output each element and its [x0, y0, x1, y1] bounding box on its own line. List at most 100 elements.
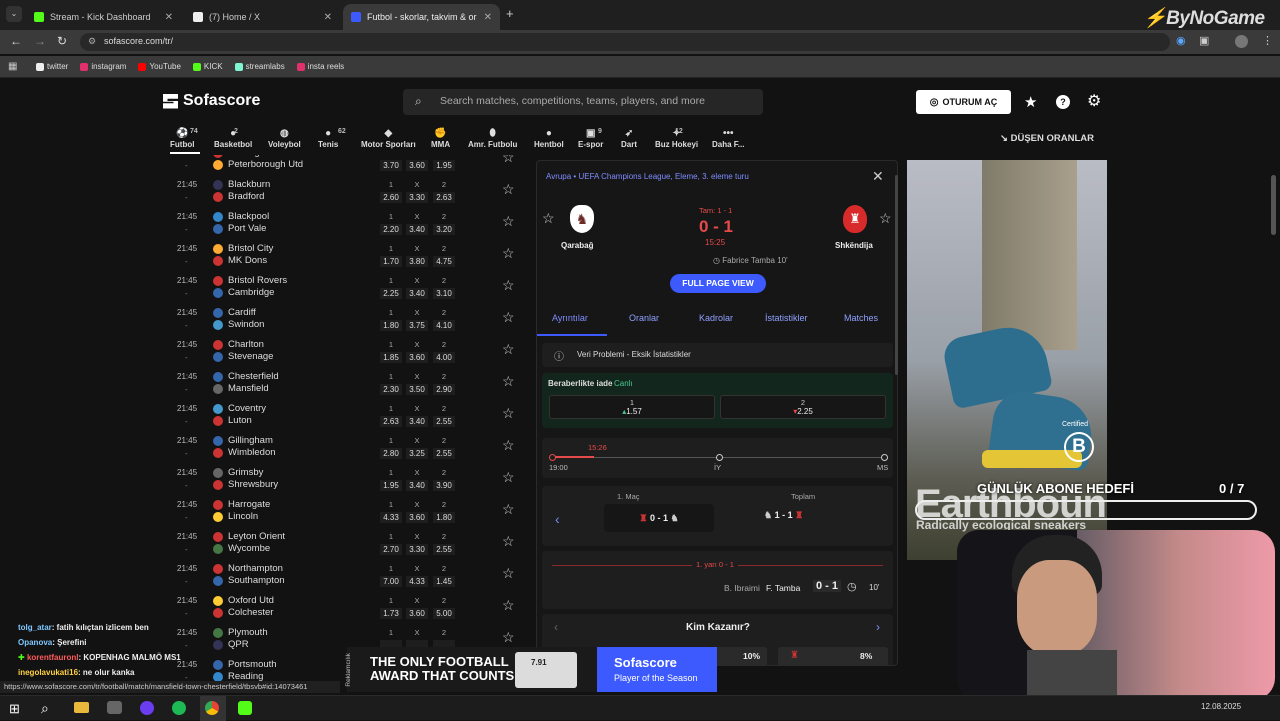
chevron-left-icon[interactable]: ‹ — [554, 620, 558, 634]
close-icon[interactable]: ✕ — [484, 12, 492, 23]
match-row[interactable]: 21:45 - Cardiff Swindon 1 X 2 1.80 3.75 4.10 ☆ — [163, 303, 526, 335]
odds-value[interactable]: 1.70 — [380, 256, 402, 267]
favorite-star-icon[interactable]: ☆ — [502, 213, 515, 230]
chrome-icon[interactable] — [205, 701, 219, 715]
favorite-star-icon[interactable]: ☆ — [502, 341, 515, 358]
dropping-odds-link[interactable]: ↘ DÜŞEN ORANLAR — [1000, 133, 1094, 144]
kick-icon[interactable] — [238, 701, 252, 715]
page-scrollbar[interactable] — [1271, 175, 1276, 235]
sport-tab[interactable]: ✊ MMA — [431, 128, 450, 149]
odds-value[interactable]: 3.40 — [406, 288, 428, 299]
favorite-star-icon[interactable]: ☆ — [502, 245, 515, 262]
odds-value[interactable]: 3.75 — [406, 320, 428, 331]
odds-value[interactable]: 2.70 — [380, 544, 402, 555]
odds-value[interactable]: 3.90 — [433, 480, 455, 491]
menu-kebab-icon[interactable]: ⋮ — [1262, 34, 1273, 47]
odds-value[interactable]: 3.40 — [406, 416, 428, 427]
file-explorer-icon[interactable] — [74, 702, 89, 713]
favorite-star-icon[interactable]: ☆ — [502, 629, 515, 646]
favorite-star-icon[interactable]: ☆ — [502, 469, 515, 486]
bookmark-streamlabs[interactable]: streamlabs — [234, 62, 285, 71]
match-row[interactable]: 21:45 - AccringtonPeterborough Utd 1 X 2 3.70 3… — [163, 155, 526, 175]
match-row[interactable]: 21:45 - Blackpool Port Vale 1 X 2 2.20 3.40 3.20 ☆ — [163, 207, 526, 239]
odds-value[interactable]: 1.95 — [433, 160, 455, 171]
search-input[interactable]: ⌕ Search matches, competitions, teams, p… — [403, 89, 763, 115]
odds-value[interactable]: 1.85 — [380, 352, 402, 363]
odds-value[interactable]: 2.25 — [380, 288, 402, 299]
forward-icon[interactable]: → — [34, 34, 46, 48]
settings-gear-icon[interactable]: ⚙ — [1087, 91, 1101, 111]
home-team-name[interactable]: Qarabağ — [561, 241, 593, 250]
sport-tab[interactable]: ⚽ 74 Futbol — [170, 128, 198, 149]
favorite-star-icon[interactable]: ☆ — [502, 501, 515, 518]
odds-option-2[interactable]: 2 ▾2.25 — [720, 395, 886, 419]
odds-value[interactable]: 5.00 — [433, 608, 455, 619]
profile-avatar[interactable] — [1235, 35, 1248, 48]
odds-value[interactable]: 3.60 — [406, 352, 428, 363]
help-icon[interactable]: ? — [1056, 95, 1070, 109]
extensions-puzzle-icon[interactable]: ▣ — [1199, 34, 1209, 47]
bookmark-twitter[interactable]: twitter — [36, 62, 68, 71]
assist-player[interactable]: B. Ibraimi — [724, 583, 760, 593]
reload-icon[interactable]: ↻ — [57, 34, 67, 48]
odds-value[interactable]: 3.70 — [380, 160, 402, 171]
tab-list-button[interactable]: ⌄ — [6, 6, 22, 22]
browser-tab[interactable]: Stream - Kick Dashboard ✕ — [26, 4, 181, 30]
sport-tab[interactable]: ◆ Motor Sporları — [361, 128, 416, 149]
odds-value[interactable]: 1.73 — [380, 608, 402, 619]
url-field[interactable]: ⚙ sofascore.com/tr/ — [80, 33, 1170, 51]
odds-value[interactable]: 3.10 — [433, 288, 455, 299]
apps-grid-icon[interactable]: ▦ — [8, 61, 17, 72]
bookmark-kick[interactable]: KICK — [192, 62, 223, 71]
match-row[interactable]: 21:45 - Leyton Orient Wycombe 1 X 2 2.70 3.30 2.5… — [163, 527, 526, 559]
app-icon[interactable] — [140, 701, 154, 715]
odds-value[interactable]: 2.55 — [433, 544, 455, 555]
match-row[interactable]: 21:45 - Grimsby Shrewsbury 1 X 2 1.95 3.40 3.90 ☆ — [163, 463, 526, 495]
match-row[interactable]: 21:45 - Charlton Stevenage 1 X 2 1.85 3.60 4.00 ☆ — [163, 335, 526, 367]
odds-value[interactable]: 3.30 — [406, 544, 428, 555]
bookmark-youtube[interactable]: YouTube — [138, 62, 181, 71]
odds-option-1[interactable]: 1 ▴1.57 — [549, 395, 715, 419]
odds-value[interactable]: 3.60 — [406, 608, 428, 619]
vote-away-button[interactable]: ♜ 8% — [778, 647, 888, 665]
favorite-star-icon[interactable]: ☆ — [502, 597, 515, 614]
match-row[interactable]: 21:45 - Blackburn Bradford 1 X 2 2.60 3.30 2.63 ☆ — [163, 175, 526, 207]
leg1-score-card[interactable]: ♜ 0 - 1 ♞ — [604, 504, 714, 532]
sport-tab[interactable]: ▣ 9 E-spor — [578, 128, 603, 149]
away-team-name[interactable]: Shkëndija — [835, 241, 873, 250]
odds-value[interactable]: 2.30 — [380, 384, 402, 395]
match-row[interactable]: 21:45 - Harrogate Lincoln 1 X 2 4.33 3.60 1.80 ☆ — [163, 495, 526, 527]
browser-tab-active[interactable]: Futbol - skorlar, takvim & oranl ✕ — [343, 4, 500, 30]
sport-tab[interactable]: ◍ Voleybol — [268, 128, 301, 149]
odds-value[interactable]: 3.50 — [406, 384, 428, 395]
sport-tab[interactable]: ● 62 Tenis — [318, 128, 346, 149]
odds-value[interactable]: 3.40 — [406, 480, 428, 491]
odds-value[interactable]: 4.00 — [433, 352, 455, 363]
spotify-icon[interactable] — [172, 701, 186, 715]
odds-value[interactable]: 3.60 — [406, 160, 428, 171]
sport-tab[interactable]: ➶ Dart — [621, 128, 637, 149]
odds-value[interactable]: 2.80 — [380, 448, 402, 459]
odds-value[interactable]: 4.33 — [406, 576, 428, 587]
match-row[interactable]: 21:45 - Oxford Utd Colchester 1 X 2 1.73 3.60 5.0… — [163, 591, 526, 623]
browser-tab[interactable]: (7) Home / X ✕ — [185, 4, 340, 30]
sport-tab[interactable]: ⬮ Amr. Futbolu — [468, 128, 517, 149]
full-page-view-button[interactable]: FULL PAGE VIEW — [670, 274, 766, 293]
odds-value[interactable]: 3.20 — [433, 224, 455, 235]
odds-value[interactable]: 4.10 — [433, 320, 455, 331]
windows-start-icon[interactable]: ⊞ — [9, 701, 20, 717]
odds-value[interactable]: 2.63 — [380, 416, 402, 427]
match-row[interactable]: 21:45 - Gillingham Wimbledon 1 X 2 2.80 3.25 2.55… — [163, 431, 526, 463]
login-button[interactable]: ◎ OTURUM AÇ — [916, 90, 1011, 114]
favorite-star-icon[interactable]: ☆ — [502, 181, 515, 198]
search-icon[interactable]: ⌕ — [41, 700, 49, 717]
panel-tab[interactable]: İstatistikler — [765, 313, 808, 323]
sport-tab[interactable]: ••• Daha F... — [712, 128, 744, 149]
odds-value[interactable]: 2.60 — [380, 192, 402, 203]
panel-tab[interactable]: Ayrıntılar — [552, 313, 588, 323]
sofascore-logo[interactable]: Sofascore — [163, 92, 260, 110]
odds-value[interactable]: 1.80 — [433, 512, 455, 523]
favorite-star-icon[interactable]: ☆ — [502, 565, 515, 582]
panel-tab[interactable]: Kadrolar — [699, 313, 733, 323]
bookmark-instagram[interactable]: instagram — [80, 62, 126, 71]
